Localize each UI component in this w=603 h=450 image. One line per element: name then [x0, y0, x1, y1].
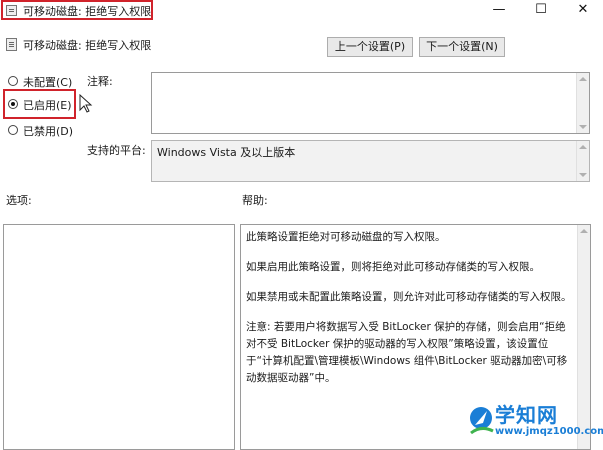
close-button[interactable]: ✕: [566, 0, 600, 22]
maximize-button[interactable]: ☐: [524, 0, 558, 22]
title-highlight-box: [1, 0, 153, 20]
help-scrollbar[interactable]: [577, 225, 590, 449]
options-panel: [3, 224, 235, 450]
help-text: 此策略设置拒绝对可移动磁盘的写入权限。 如果启用此策略设置，则将拒绝对此可移动存…: [246, 229, 572, 400]
enabled-highlight-box: [3, 89, 76, 119]
policy-setting-icon: [6, 38, 17, 51]
watermark-url: www.jmqz1000.com: [495, 426, 603, 437]
help-paragraph: 如果启用此策略设置，则将拒绝对此可移动存储类的写入权限。: [246, 261, 540, 273]
comment-textarea[interactable]: [151, 72, 590, 134]
comment-scrollbar[interactable]: [576, 73, 589, 133]
watermark-name: 学知网: [495, 403, 558, 427]
scroll-down-icon[interactable]: [579, 173, 587, 177]
next-setting-button[interactable]: 下一个设置(N): [419, 37, 505, 57]
comment-label: 注释:: [87, 75, 113, 88]
radio-disabled-label[interactable]: 已禁用(D): [23, 123, 73, 139]
scroll-up-icon[interactable]: [580, 229, 588, 233]
mouse-cursor-icon: [79, 94, 93, 113]
scroll-up-icon[interactable]: [579, 77, 587, 81]
platform-value: Windows Vista 及以上版本: [157, 146, 296, 159]
help-paragraph: 注意: 若要用户将数据写入受 BitLocker 保护的存储，则会启用“拒绝对不…: [246, 321, 568, 384]
radio-disabled[interactable]: [8, 125, 18, 135]
scroll-up-icon[interactable]: [579, 145, 587, 149]
radio-not-configured-label[interactable]: 未配置(C): [23, 74, 72, 90]
minimize-button[interactable]: —: [482, 0, 516, 22]
policy-name-label: 可移动磁盘: 拒绝写入权限: [23, 39, 152, 52]
platform-field: Windows Vista 及以上版本: [151, 140, 590, 182]
previous-setting-button[interactable]: 上一个设置(P): [327, 37, 413, 57]
platform-label: 支持的平台:: [87, 144, 146, 157]
help-label: 帮助:: [242, 194, 268, 207]
scroll-down-icon[interactable]: [579, 125, 587, 129]
platform-scrollbar[interactable]: [576, 141, 589, 181]
help-paragraph: 此策略设置拒绝对可移动磁盘的写入权限。: [246, 231, 446, 243]
options-label: 选项:: [6, 194, 32, 207]
watermark-logo-icon: [470, 407, 494, 435]
radio-not-configured[interactable]: [8, 76, 18, 86]
help-paragraph: 如果禁用或未配置此策略设置，则允许对此可移动存储类的写入权限。: [246, 291, 572, 303]
